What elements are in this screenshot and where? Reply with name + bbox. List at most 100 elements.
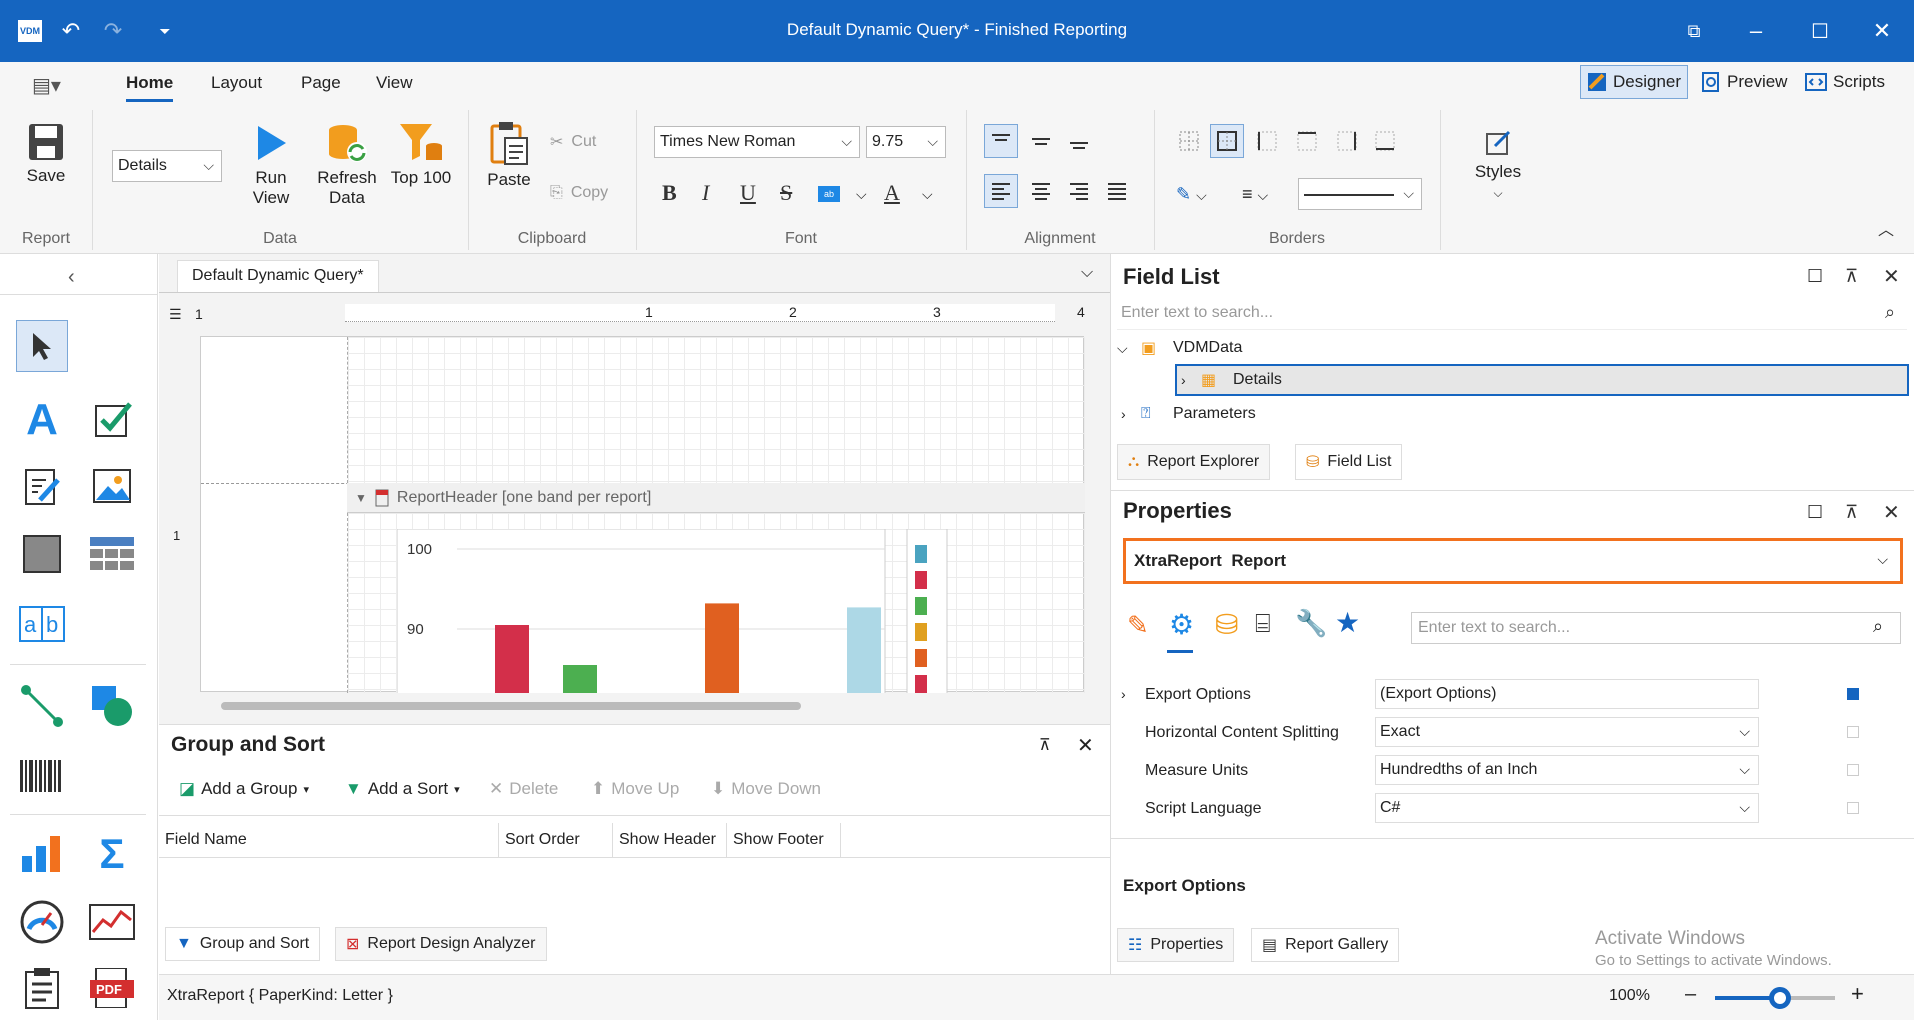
border-bottom-icon[interactable] xyxy=(1368,124,1402,158)
sparkline-tool-icon[interactable] xyxy=(86,896,138,948)
font-family-combo[interactable]: Times New Roman ⌵ xyxy=(654,126,860,158)
add-group-button[interactable]: ◪ Add a Group ▾ xyxy=(179,779,309,799)
restore-layout-icon[interactable]: ⧉ xyxy=(1674,14,1714,48)
character-comb-tool-icon[interactable]: ab xyxy=(16,598,68,650)
zoom-out-icon[interactable]: – xyxy=(1685,983,1696,1006)
chart-tool-icon[interactable] xyxy=(16,828,68,880)
underline-icon[interactable]: U xyxy=(740,180,756,206)
layout-icon[interactable]: ⌸ xyxy=(1255,608,1271,640)
maximize-pane-icon[interactable]: ☐ xyxy=(1807,502,1823,523)
data-member-combo[interactable]: Details ⌵ xyxy=(112,150,222,182)
add-sort-button[interactable]: ▼ Add a Sort ▾ xyxy=(345,779,460,799)
minimize-button[interactable]: – xyxy=(1736,14,1776,48)
panel-tool-icon[interactable] xyxy=(16,528,68,580)
property-row-export-options[interactable]: › Export Options (Export Options) xyxy=(1121,676,1901,714)
tools-wrench-icon[interactable]: 🔧 xyxy=(1295,608,1327,639)
move-up-button[interactable]: ⬆ Move Up xyxy=(591,779,679,799)
maximize-pane-icon[interactable]: ☐ xyxy=(1807,266,1823,287)
pin-icon[interactable]: ⊼ xyxy=(1845,502,1858,523)
behavior-gears-icon[interactable]: ⚙ xyxy=(1169,608,1194,641)
tree-item-parameters[interactable]: › ⍰ Parameters xyxy=(1117,398,1909,430)
expand-chevron-icon[interactable]: › xyxy=(1121,686,1126,702)
cut-button[interactable]: ✂ Cut xyxy=(550,132,596,152)
component-selector[interactable]: XtraReport Report ⌵ xyxy=(1123,538,1903,584)
designer-button[interactable]: Designer xyxy=(1580,65,1689,99)
close-button[interactable]: ✕ xyxy=(1862,14,1902,48)
barcode-tool-icon[interactable] xyxy=(16,750,68,802)
table-of-contents-tool-icon[interactable] xyxy=(16,962,68,1014)
maximize-button[interactable]: ☐ xyxy=(1800,14,1840,48)
align-right-icon[interactable] xyxy=(1062,174,1096,208)
column-header-field-name[interactable]: Field Name xyxy=(159,823,499,857)
chevron-down-icon[interactable]: ⌵ xyxy=(922,186,933,203)
collapse-band-icon[interactable]: ▼ xyxy=(355,491,367,505)
pin-icon[interactable]: ⊼ xyxy=(1845,266,1858,287)
tree-item-vdmdata[interactable]: ⌵ ▣ VDMData xyxy=(1117,332,1909,364)
shape-tool-icon[interactable] xyxy=(86,680,138,732)
checkbox-tool-icon[interactable] xyxy=(86,394,138,446)
border-right-icon[interactable] xyxy=(1330,124,1364,158)
move-down-button[interactable]: ⬇ Move Down xyxy=(711,779,821,799)
close-pane-icon[interactable]: ✕ xyxy=(1883,500,1900,525)
favorites-star-icon[interactable]: ★ xyxy=(1335,606,1360,639)
property-value[interactable]: C# ⌵ xyxy=(1375,793,1759,823)
document-tab[interactable]: Default Dynamic Query* xyxy=(177,260,379,292)
align-top-icon[interactable] xyxy=(984,124,1018,158)
delete-button[interactable]: ✕ Delete xyxy=(489,779,558,799)
border-left-icon[interactable] xyxy=(1250,124,1284,158)
styles-button[interactable]: Styles ⌵ xyxy=(1466,128,1530,203)
property-value[interactable]: Exact ⌵ xyxy=(1375,717,1759,747)
font-size-combo[interactable]: 9.75 ⌵ xyxy=(866,126,946,158)
appearance-brush-icon[interactable]: ✎ xyxy=(1127,610,1149,641)
tab-report-design-analyzer[interactable]: ⊠ Report Design Analyzer xyxy=(335,927,547,961)
font-color-icon[interactable]: A xyxy=(884,180,900,206)
tab-page[interactable]: Page xyxy=(301,73,341,93)
close-panel-icon[interactable]: ✕ xyxy=(1077,733,1094,758)
align-middle-icon[interactable] xyxy=(1024,124,1058,158)
tab-view[interactable]: View xyxy=(376,73,413,93)
report-header-band[interactable]: ▼ ReportHeader [one band per report] xyxy=(347,483,1085,513)
align-left-icon[interactable] xyxy=(984,174,1018,208)
chart-control[interactable]: 100 90 xyxy=(397,529,1085,693)
strikethrough-icon[interactable]: S xyxy=(780,180,792,206)
label-tool-icon[interactable]: A xyxy=(16,394,68,446)
tab-layout[interactable]: Layout xyxy=(211,73,262,93)
property-value[interactable]: Hundredths of an Inch ⌵ xyxy=(1375,755,1759,785)
collapse-chevron-icon[interactable]: › xyxy=(1177,372,1201,388)
document-list-chevron-icon[interactable]: ⌵ xyxy=(1081,264,1093,282)
save-button[interactable]: Save xyxy=(20,122,72,186)
copy-button[interactable]: ⎘ Copy xyxy=(550,184,608,202)
tab-home[interactable]: Home xyxy=(126,73,174,102)
paste-button[interactable]: Paste xyxy=(484,120,534,190)
line-tool-icon[interactable] xyxy=(16,680,68,732)
sum-summary-tool-icon[interactable]: Σ xyxy=(86,828,138,880)
border-color-icon[interactable]: ✎ ⌵ xyxy=(1176,184,1207,205)
horizontal-scrollbar[interactable] xyxy=(221,702,801,710)
border-dash-style-combo[interactable]: ⌵ xyxy=(1298,178,1422,210)
collapse-chevron-icon[interactable]: › xyxy=(1117,406,1141,422)
field-list-search-input[interactable]: Enter text to search... xyxy=(1117,298,1907,330)
tab-group-and-sort[interactable]: ▼ Group and Sort xyxy=(165,927,321,961)
scripts-button[interactable]: Scripts xyxy=(1798,65,1892,99)
data-database-icon[interactable]: ⛁ xyxy=(1215,608,1238,641)
border-width-icon[interactable]: ≡ ⌵ xyxy=(1242,184,1268,205)
italic-icon[interactable]: I xyxy=(702,180,709,206)
align-justify-icon[interactable] xyxy=(1100,174,1134,208)
preview-button[interactable]: Preview xyxy=(1694,65,1794,99)
column-header-show-header[interactable]: Show Header xyxy=(613,823,727,857)
tab-report-gallery[interactable]: ▤ Report Gallery xyxy=(1251,928,1400,962)
picture-box-tool-icon[interactable] xyxy=(86,460,138,512)
tab-properties[interactable]: ☷ Properties xyxy=(1117,928,1235,962)
border-outside-icon[interactable] xyxy=(1210,124,1244,158)
tab-field-list[interactable]: ⛁ Field List xyxy=(1295,444,1403,480)
top-100-button[interactable]: Top 100 xyxy=(386,122,456,188)
pin-icon[interactable]: ⊼ xyxy=(1039,735,1051,755)
pointer-tool-icon[interactable] xyxy=(16,320,68,372)
align-bottom-icon[interactable] xyxy=(1062,124,1096,158)
collapse-ribbon-icon[interactable]: ︿ xyxy=(1878,216,1894,240)
tab-report-explorer[interactable]: ⛬ Report Explorer xyxy=(1117,444,1271,480)
ruler-menu-icon[interactable]: ☰ xyxy=(169,306,182,323)
gauge-tool-icon[interactable] xyxy=(16,896,68,948)
chevron-down-icon[interactable]: ⌵ xyxy=(856,186,867,203)
collapse-toolbox-icon[interactable]: ‹ xyxy=(68,266,75,289)
